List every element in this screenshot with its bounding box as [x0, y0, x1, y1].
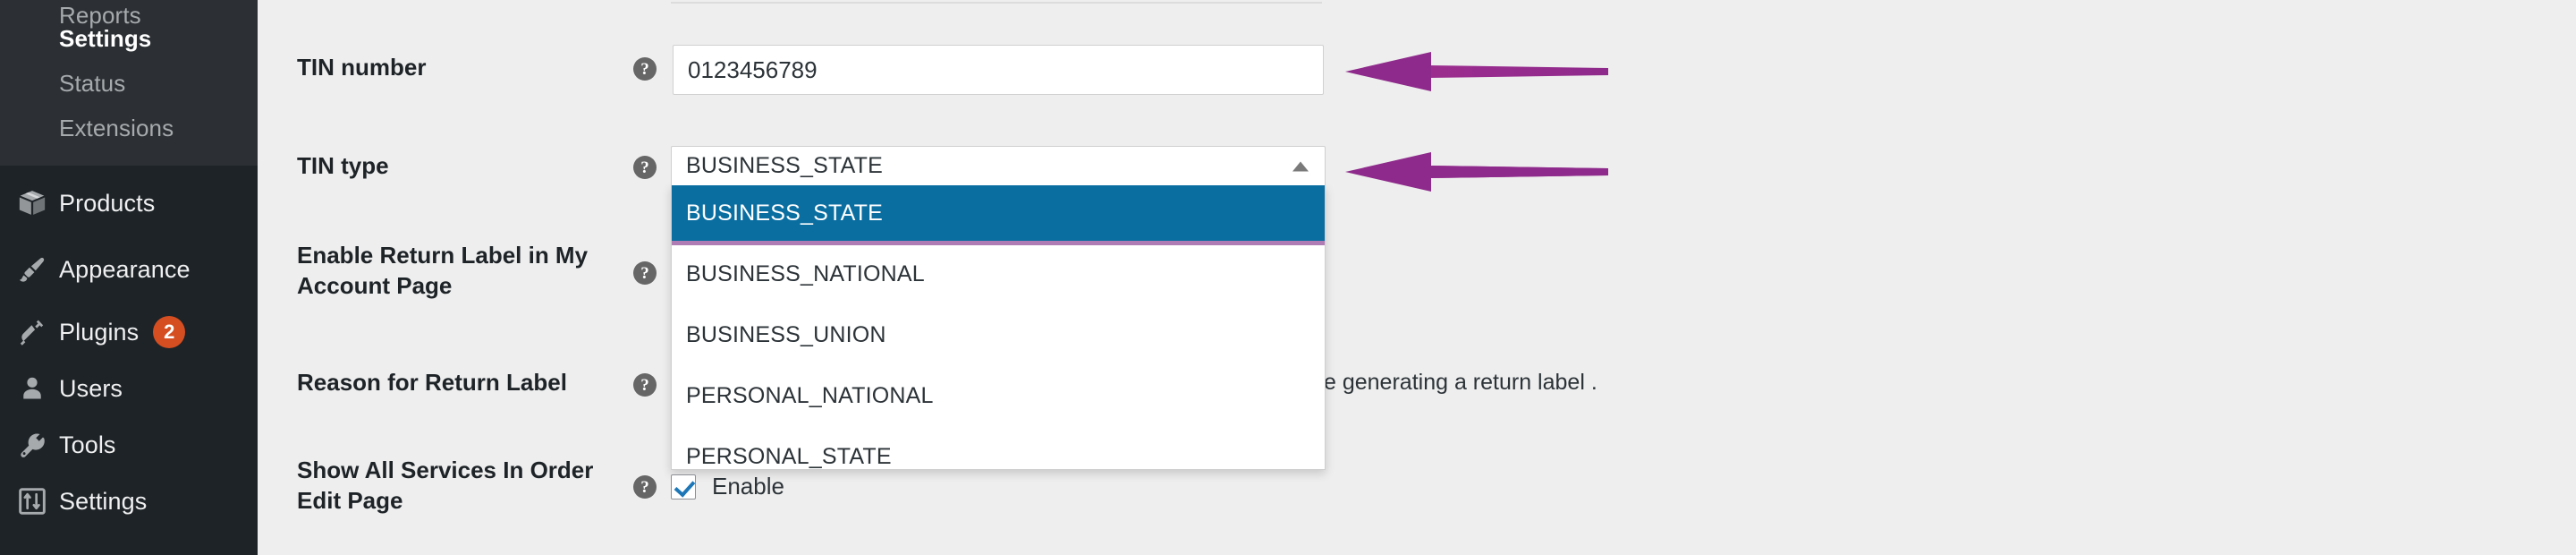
sidebar-item-label: Status	[59, 69, 126, 97]
help-icon-reason-for-return-label[interactable]: ?	[633, 373, 657, 397]
tin-number-input[interactable]	[673, 45, 1324, 95]
dropdown-option-personal-national[interactable]: PERSONAL_NATIONAL	[672, 368, 1325, 424]
sidebar-item-label: Products	[59, 189, 156, 217]
label-tin-number: TIN number	[297, 54, 427, 81]
plug-icon	[16, 316, 48, 348]
tin-type-selected-value: BUSINESS_STATE	[686, 153, 883, 178]
label-tin-type: TIN type	[297, 152, 389, 179]
checkbox-label: Enable	[712, 473, 784, 500]
arrow-to-tin-type	[1345, 152, 1608, 192]
dropdown-separator	[672, 241, 1325, 245]
help-icon-enable-return-label[interactable]: ?	[633, 261, 657, 285]
section-divider	[671, 2, 1322, 4]
dropdown-option-personal-state[interactable]: PERSONAL_STATE	[672, 429, 1325, 469]
dropdown-option-business-national[interactable]: BUSINESS_NATIONAL	[672, 246, 1325, 303]
tin-type-dropdown-list[interactable]: BUSINESS_STATE BUSINESS_NATIONAL BUSINES…	[671, 185, 1326, 470]
sidebar-item-label: Tools	[59, 431, 116, 458]
plugins-update-badge: 2	[153, 316, 186, 348]
sidebar-item-settings[interactable]: Settings	[0, 474, 258, 529]
products-box-icon	[16, 187, 48, 219]
sliders-icon	[16, 485, 48, 517]
sidebar-item-plugins[interactable]: Plugins 2	[0, 304, 258, 360]
paintbrush-icon	[16, 253, 48, 286]
tin-type-select[interactable]: BUSINESS_STATE	[671, 146, 1326, 185]
sidebar-item-label: Settings	[59, 487, 148, 515]
sidebar-item-users[interactable]: Users	[0, 361, 258, 416]
sidebar-item-label: Plugins	[59, 318, 140, 346]
label-reason-for-return-label: Reason for Return Label	[297, 369, 567, 396]
sidebar-item-label: Appearance	[59, 255, 191, 283]
label-enable-return-label: Enable Return Label in My Account Page	[297, 242, 589, 299]
sidebar-item-settings-sub[interactable]: Settings	[0, 16, 258, 61]
sidebar-item-label: Settings	[59, 24, 152, 52]
show-all-services-checkbox[interactable]	[671, 474, 696, 500]
reason-description-text: e generating a return label .	[1324, 370, 1597, 395]
sidebar-item-appearance[interactable]: Appearance	[0, 242, 258, 297]
sidebar-item-extensions[interactable]: Extensions	[0, 106, 258, 150]
sidebar-item-label: Extensions	[59, 114, 174, 141]
sidebar-item-products[interactable]: Products	[0, 175, 258, 231]
dropdown-option-label: PERSONAL_NATIONAL	[686, 383, 934, 408]
dropdown-option-business-union[interactable]: BUSINESS_UNION	[672, 307, 1325, 363]
help-icon-tin-type[interactable]: ?	[633, 156, 657, 179]
settings-page: Reports Settings Status Extensions Produ…	[0, 0, 2576, 555]
dropdown-option-label: PERSONAL_STATE	[686, 444, 892, 469]
sidebar-submenu: Reports Settings Status Extensions	[0, 0, 258, 166]
user-icon	[16, 372, 48, 405]
dropdown-option-label: BUSINESS_NATIONAL	[686, 261, 925, 286]
sidebar-item-status[interactable]: Status	[0, 61, 258, 106]
help-icon-tin-number[interactable]: ?	[633, 57, 657, 81]
sidebar-item-tools[interactable]: Tools	[0, 417, 258, 473]
settings-form: TIN number ? TIN type ? Enable Return La…	[258, 0, 2576, 555]
chevron-up-icon[interactable]	[1292, 161, 1309, 171]
dropdown-option-label: BUSINESS_STATE	[686, 201, 883, 226]
show-all-services-checkbox-row[interactable]: Enable	[671, 473, 784, 500]
dropdown-option-label: BUSINESS_UNION	[686, 322, 886, 347]
arrow-to-tin-number	[1345, 52, 1608, 91]
sidebar-item-label: Users	[59, 374, 123, 402]
help-icon-show-all-services[interactable]: ?	[633, 475, 657, 499]
dropdown-option-business-state[interactable]: BUSINESS_STATE	[672, 185, 1325, 242]
wrench-icon	[16, 429, 48, 461]
label-show-all-services: Show All Services In Order Edit Page	[297, 457, 594, 514]
admin-sidebar: Reports Settings Status Extensions Produ…	[0, 0, 258, 555]
